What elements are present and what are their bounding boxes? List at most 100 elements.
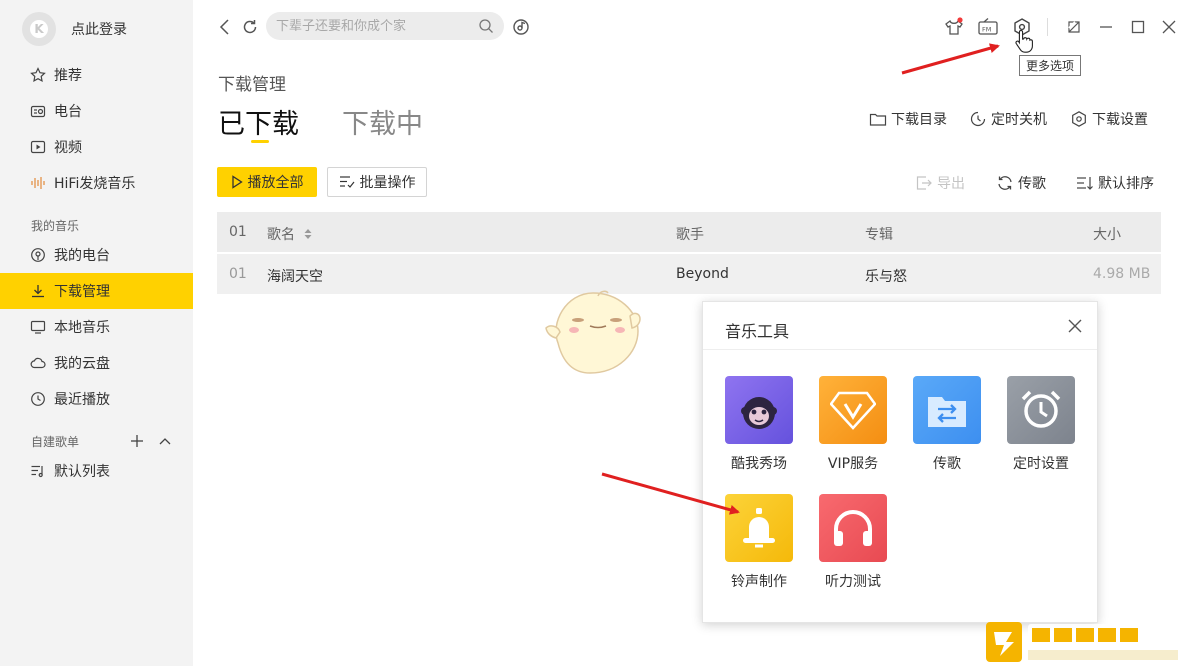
row-size: 4.98 MB	[1093, 266, 1151, 282]
collapse-chevron-icon[interactable]	[158, 434, 172, 448]
sidebar-item-local-music[interactable]: 本地音乐	[0, 309, 193, 345]
radio-icon	[30, 103, 46, 119]
tool-tile[interactable]	[725, 494, 793, 562]
login-entry[interactable]: K 点此登录	[22, 12, 127, 46]
playlist-icon	[30, 463, 46, 479]
tool-vip-service[interactable]: VIP服务	[813, 376, 893, 473]
close-icon[interactable]	[1065, 316, 1085, 336]
tool-label: 酷我秀场	[731, 456, 787, 472]
arrow-to-gear	[901, 43, 1000, 75]
sidebar-item-label: HiFi发烧音乐	[54, 176, 136, 192]
sidebar-item-label: 视频	[54, 140, 82, 156]
transfer-songs-button[interactable]: 传歌	[996, 173, 1046, 193]
hifi-wave-icon	[30, 175, 46, 191]
tool-transfer[interactable]: 传歌	[907, 376, 987, 473]
sidebar-item-label: 我的电台	[54, 248, 110, 264]
sync-icon	[998, 176, 1012, 190]
export-label: 导出	[937, 176, 965, 192]
tool-label: VIP服务	[827, 456, 879, 472]
download-settings-label: 下载设置	[1092, 112, 1148, 128]
sidebar-item-default-list[interactable]: 默认列表	[0, 453, 193, 489]
back-icon[interactable]	[216, 16, 236, 38]
mascot-illustration	[545, 290, 641, 374]
sidebar-item-hifi[interactable]: HiFi发烧音乐	[0, 165, 193, 201]
settings-hex-icon	[1072, 111, 1086, 127]
star-icon	[30, 67, 46, 83]
sidebar-item-label: 电台	[54, 104, 82, 120]
tool-timer-settings[interactable]: 定时设置	[1001, 376, 1081, 473]
sidebar-item-label: 推荐	[54, 68, 82, 84]
row-album[interactable]: 乐与怒	[865, 266, 907, 286]
tool-ringtone-maker[interactable]: 铃声制作	[719, 494, 799, 591]
vip-diamond-icon	[830, 391, 876, 430]
watermark-logo	[986, 622, 1178, 662]
mini-mode-icon[interactable]	[1063, 16, 1085, 38]
tool-label: 定时设置	[1013, 456, 1069, 472]
search-icon[interactable]	[478, 18, 494, 34]
sidebar-item-label: 默认列表	[54, 464, 110, 480]
dialog-divider	[703, 349, 1097, 350]
maximize-icon[interactable]	[1127, 16, 1149, 38]
sort-icon	[1077, 177, 1093, 190]
svg-text:FM: FM	[982, 26, 991, 34]
kuwo-logo-icon: K	[30, 20, 48, 38]
tab-downloading[interactable]: 下载中	[342, 102, 423, 141]
tool-label: 铃声制作	[731, 574, 787, 590]
active-tab-indicator	[251, 140, 269, 143]
music-tools-dialog: 音乐工具 酷我秀场 VIP服务 传歌 定时设置 铃声制作 听力测试	[702, 301, 1098, 623]
search-input[interactable]	[276, 18, 466, 34]
monitor-icon	[30, 319, 46, 335]
tool-tile[interactable]	[725, 376, 793, 444]
search-box[interactable]	[266, 12, 504, 40]
row-song[interactable]: 海阔天空	[267, 266, 323, 286]
sidebar-item-cloud[interactable]: 我的云盘	[0, 345, 193, 381]
timed-shutdown-label: 定时关机	[991, 112, 1047, 128]
tool-tile[interactable]	[913, 376, 981, 444]
export-icon	[916, 176, 932, 190]
bell-icon	[743, 508, 775, 548]
batch-operation-button[interactable]: 批量操作	[327, 167, 427, 197]
sidebar-item-recommend[interactable]: 推荐	[0, 57, 193, 93]
clock-icon	[30, 391, 46, 407]
tool-kuwo-show[interactable]: 酷我秀场	[719, 376, 799, 473]
sidebar-item-my-radio[interactable]: 我的电台	[0, 237, 193, 273]
avatar[interactable]: K	[22, 12, 56, 46]
page-title: 下载管理	[218, 75, 286, 95]
add-playlist-icon[interactable]	[130, 434, 144, 448]
login-label[interactable]: 点此登录	[71, 19, 127, 39]
default-sort-button[interactable]: 默认排序	[1076, 173, 1154, 193]
tool-hearing-test[interactable]: 听力测试	[813, 494, 893, 591]
skin-shirt-icon[interactable]	[943, 16, 965, 38]
row-artist[interactable]: Beyond	[676, 266, 729, 282]
playlist-actions	[130, 431, 172, 448]
sidebar-item-radio[interactable]: 电台	[0, 93, 193, 129]
minimize-icon[interactable]	[1095, 16, 1117, 38]
tool-tile[interactable]	[819, 376, 887, 444]
timed-shutdown-button[interactable]: 定时关机	[969, 109, 1047, 129]
sidebar-item-label: 下载管理	[54, 284, 110, 300]
play-all-button[interactable]: 播放全部	[217, 167, 317, 197]
header-index: 01	[229, 224, 247, 240]
tab-downloaded[interactable]: 已下载	[218, 102, 299, 141]
hand-cursor-icon	[1015, 29, 1033, 53]
download-folder-button[interactable]: 下载目录	[869, 109, 947, 129]
download-settings-button[interactable]: 下载设置	[1070, 109, 1148, 129]
fm-radio-icon[interactable]: FM	[977, 16, 999, 38]
tool-label: 传歌	[933, 456, 961, 472]
close-window-icon[interactable]	[1158, 16, 1180, 38]
refresh-icon[interactable]	[240, 16, 260, 38]
video-icon	[30, 139, 46, 155]
song-table-header: 01 歌名 歌手 专辑 大小	[217, 212, 1161, 252]
topbar-divider	[1047, 18, 1048, 36]
header-artist: 歌手	[676, 227, 704, 243]
music-recognition-icon[interactable]	[512, 18, 530, 36]
sidebar-item-video[interactable]: 视频	[0, 129, 193, 165]
tool-tile[interactable]	[1007, 376, 1075, 444]
sidebar-item-recent[interactable]: 最近播放	[0, 381, 193, 417]
tool-tile[interactable]	[819, 494, 887, 562]
export-button[interactable]: 导出	[915, 173, 965, 193]
folder-icon	[869, 113, 887, 126]
header-song[interactable]: 歌名	[267, 224, 313, 244]
sidebar-item-download-manager[interactable]: 下载管理	[0, 273, 193, 309]
table-row[interactable]: 01 海阔天空 Beyond 乐与怒 4.98 MB	[217, 254, 1161, 294]
